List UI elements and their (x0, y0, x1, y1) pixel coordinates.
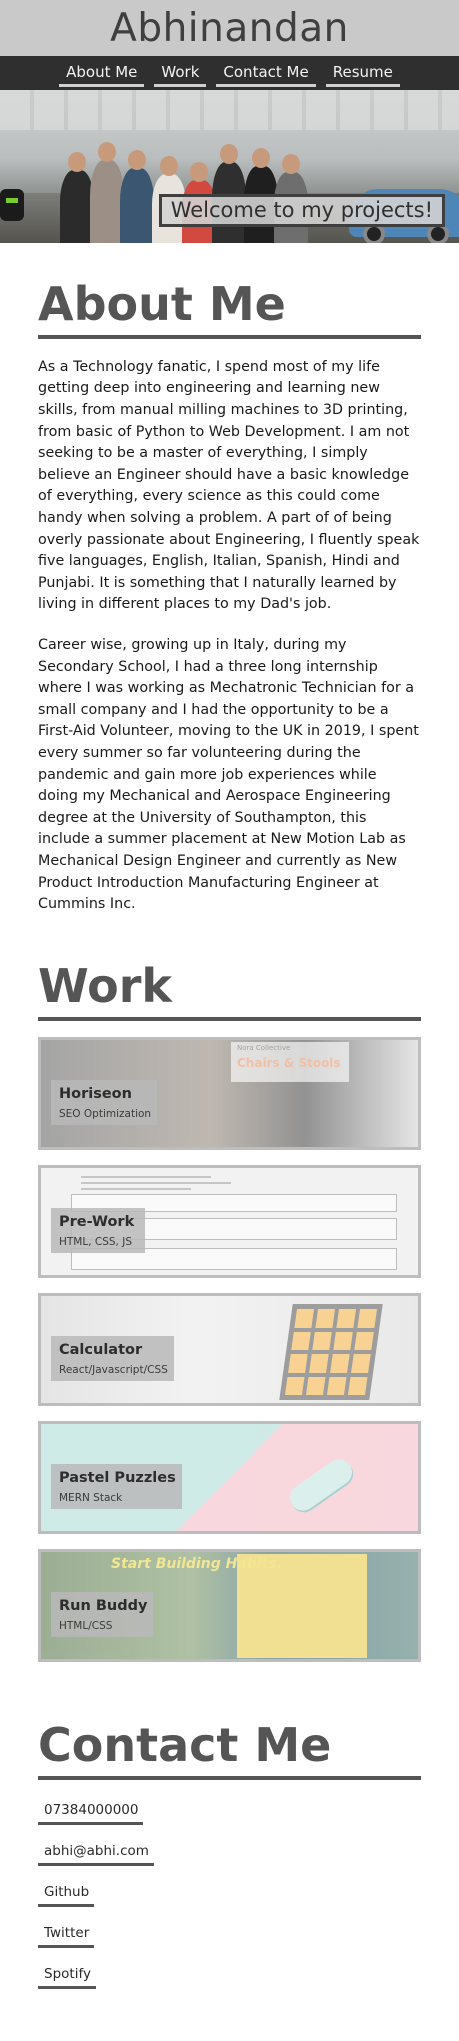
project-name: Horiseon (59, 1085, 132, 1102)
project-tech: SEO Optimization (59, 1107, 152, 1120)
contact-email[interactable]: abhi@abhi.com (38, 1837, 154, 1866)
thumbnail-line (81, 1181, 231, 1184)
person-head (160, 156, 178, 176)
motorbike-shape (0, 189, 24, 221)
person-head (190, 162, 208, 182)
person (90, 160, 124, 243)
person (60, 170, 94, 243)
site-title: Abhinandan (110, 5, 349, 51)
work-list: Nora Collective Chairs & Stools Horiseon… (38, 1036, 421, 1662)
project-tech: MERN Stack (59, 1491, 123, 1504)
project-card-pastel-puzzles[interactable]: Pastel Puzzles MERN Stack (38, 1420, 421, 1534)
thumbnail-text: Chairs & Stools (237, 1055, 341, 1070)
thumbnail-line (81, 1175, 211, 1178)
person-head (128, 150, 146, 170)
group-photo (60, 140, 330, 243)
project-card-horiseon[interactable]: Nora Collective Chairs & Stools Horiseon… (38, 1036, 421, 1150)
thumbnail-text: Nora Collective (237, 1043, 291, 1052)
thumbnail-text: Start Building Habits. (111, 1555, 282, 1572)
project-card-calculator[interactable]: Calculator React/Javascript/CSS (38, 1292, 421, 1406)
hero-banner: Welcome to my projects! (0, 90, 459, 243)
about-paragraph: As a Technology fanatic, I spend most of… (38, 358, 420, 613)
nav-work[interactable]: Work (154, 60, 207, 87)
toy-car-shape (284, 1453, 358, 1516)
nav-contact[interactable]: Contact Me (216, 60, 316, 87)
contact-github-link[interactable]: Github (38, 1878, 95, 1907)
project-label: Pre-Work HTML, CSS, JS (51, 1207, 145, 1253)
project-tech: HTML/CSS (59, 1619, 113, 1632)
person-head (68, 152, 86, 172)
site-header: Abhinandan (0, 0, 459, 56)
person-head (220, 144, 238, 164)
contact-section: Contact Me 07384000000 abhi@abhi.com Git… (0, 1677, 459, 2041)
about-section: About Me As a Technology fanatic, I spen… (0, 243, 459, 916)
project-name: Pre-Work (59, 1213, 135, 1230)
project-tech: HTML, CSS, JS (59, 1235, 132, 1248)
hero-ceiling (0, 90, 459, 130)
motorbike-accent (6, 198, 18, 203)
project-name: Calculator (59, 1341, 143, 1358)
project-label: Pastel Puzzles MERN Stack (51, 1463, 182, 1509)
about-paragraph: Career wise, growing up in Italy, during… (38, 637, 419, 913)
project-name: Run Buddy (59, 1597, 148, 1614)
nav-about[interactable]: About Me (59, 60, 145, 87)
calculator-keypad (279, 1303, 383, 1400)
person-head (282, 154, 300, 174)
project-name: Pastel Puzzles (59, 1469, 176, 1486)
project-label: Run Buddy HTML/CSS (51, 1591, 154, 1637)
contact-twitter-link[interactable]: Twitter (38, 1919, 95, 1948)
person-head (98, 142, 116, 162)
contact-list: 07384000000 abhi@abhi.com Github Twitter… (38, 1796, 421, 2041)
project-tech: React/Javascript/CSS (59, 1363, 168, 1376)
work-title: Work (38, 959, 421, 1021)
project-card-prework[interactable]: Pre-Work HTML, CSS, JS (38, 1164, 421, 1278)
person-head (252, 148, 270, 168)
work-section: Work Nora Collective Chairs & Stools Hor… (0, 916, 459, 1662)
hero-caption: Welcome to my projects! (158, 194, 445, 227)
contact-phone[interactable]: 07384000000 (38, 1796, 144, 1825)
main-nav: About Me Work Contact Me Resume (0, 56, 459, 90)
nav-resume[interactable]: Resume (325, 60, 400, 87)
project-card-run-buddy[interactable]: Start Building Habits. Run Buddy HTML/CS… (38, 1548, 421, 1662)
person (120, 168, 154, 243)
thumbnail-line (81, 1187, 191, 1190)
contact-title: Contact Me (38, 1718, 421, 1780)
project-label: Horiseon SEO Optimization (51, 1079, 158, 1125)
project-label: Calculator React/Javascript/CSS (51, 1335, 174, 1381)
contact-spotify-link[interactable]: Spotify (38, 1960, 96, 1989)
about-title: About Me (38, 278, 421, 339)
